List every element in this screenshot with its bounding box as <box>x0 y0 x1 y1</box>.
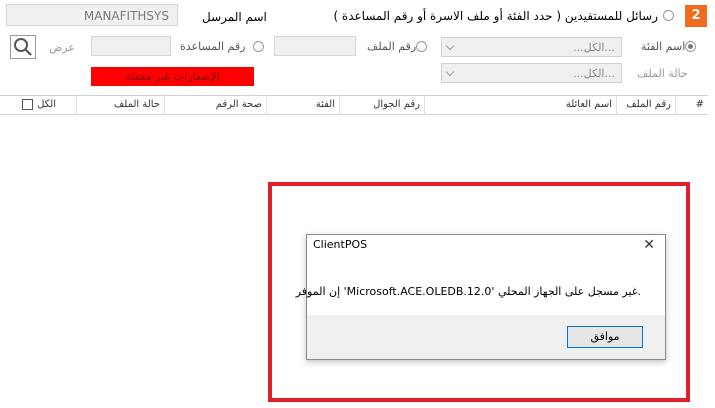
col-category: الفئة <box>266 95 339 115</box>
sender-label: اسم المرسل <box>202 10 267 24</box>
dialog-message: .غير مسجل على الجهاز المحلي 'Microsoft.A… <box>295 285 641 298</box>
sender-field[interactable]: MANAFITHSYS <box>6 4 178 26</box>
category-radio[interactable] <box>685 41 696 52</box>
col-mobile-number: رقم الجوال <box>339 95 424 115</box>
search-icon <box>14 38 32 56</box>
chevron-down-icon <box>445 41 455 51</box>
category-value: ...الكل... <box>573 41 615 54</box>
messages-option-radio[interactable] <box>663 10 674 21</box>
assistance-number-input[interactable] <box>91 36 171 56</box>
file-number-label: رقم الملف <box>367 40 417 53</box>
file-number-input[interactable] <box>274 36 356 56</box>
assistance-number-radio[interactable] <box>253 41 264 52</box>
col-file-status: حالة الملف <box>76 95 164 115</box>
dialog-title: ClientPOS <box>313 238 368 251</box>
close-icon[interactable]: ✕ <box>643 237 655 253</box>
file-status-value: ...الكل... <box>573 67 615 80</box>
category-label: اسم الفئة <box>641 40 686 53</box>
view-label: عرض <box>49 41 75 54</box>
assistance-number-label: رقم المساعدة <box>180 40 246 53</box>
search-button[interactable] <box>10 35 36 59</box>
step-badge: 2 <box>685 5 707 27</box>
category-select[interactable]: ...الكل... <box>441 37 622 57</box>
col-family-name: اسم العائلة <box>424 95 616 115</box>
file-number-radio[interactable] <box>416 41 427 52</box>
dialog-footer: موافق <box>307 315 665 359</box>
col-select-all[interactable]: الكل <box>4 95 76 115</box>
col-file-number: رقم الملف <box>616 95 675 115</box>
select-all-checkbox[interactable] <box>22 99 33 110</box>
ok-button[interactable]: موافق <box>567 326 643 348</box>
col-index: # <box>675 95 708 115</box>
col-number-validity: صحة الرقم <box>164 95 266 115</box>
file-status-select[interactable]: ...الكل... <box>441 63 622 83</box>
messages-option-label: رسائل للمستفيدين ( حدد الفئة أو ملف الاس… <box>333 9 658 23</box>
notifications-disabled-banner: الإشعارات غير مفعلة <box>91 67 254 86</box>
error-dialog: ClientPOS ✕ .غير مسجل على الجهاز المحلي … <box>296 234 666 360</box>
sender-value: MANAFITHSYS <box>83 9 169 23</box>
chevron-down-icon <box>445 67 455 77</box>
file-status-label: حالة الملف <box>637 67 688 80</box>
